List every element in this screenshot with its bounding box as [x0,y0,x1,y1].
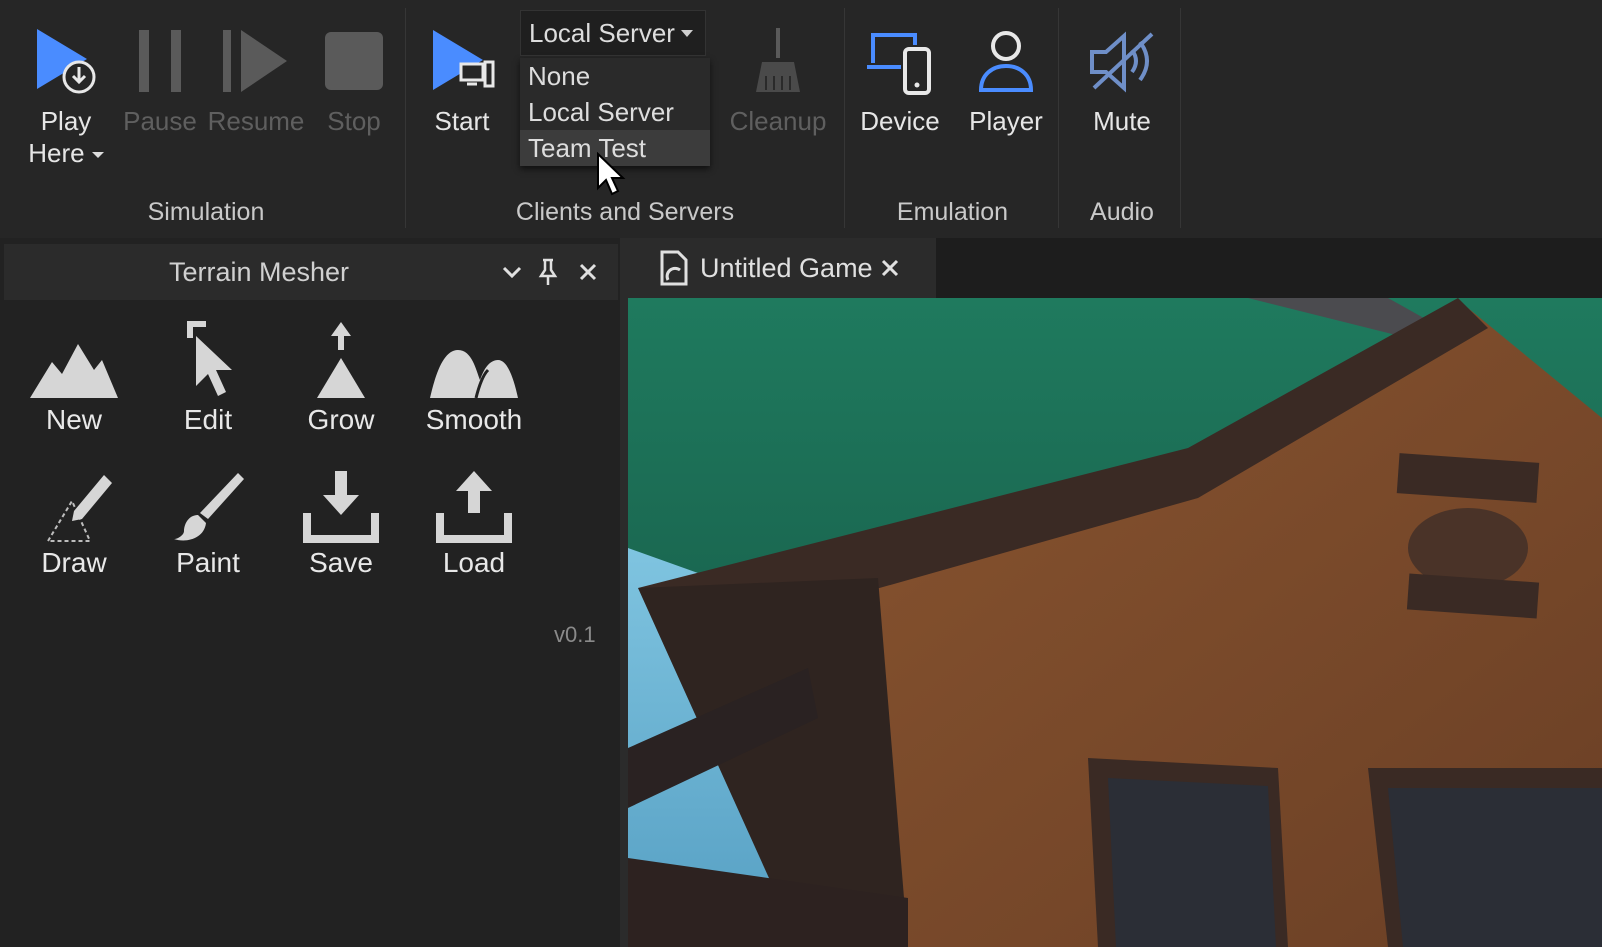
pause-button[interactable]: Pause [110,18,210,138]
tool-smooth-label: Smooth [425,404,523,435]
collapse-chevron-icon[interactable] [498,258,526,286]
resume-label: Resume [207,106,305,136]
server-option-none[interactable]: None [520,58,710,94]
panel-title: Terrain Mesher [168,257,350,287]
pointer-edit-icon [187,321,232,396]
tool-smooth-button[interactable]: Smooth [414,310,534,440]
panel-header: Terrain Mesher [4,244,618,300]
player-icon [978,31,1034,92]
cleanup-label: Cleanup [729,106,827,136]
server-mode-value: Local Server [529,18,675,48]
game-viewport[interactable] [628,298,1602,947]
play-here-label-2: Here [28,138,85,168]
tab-untitled-game[interactable]: Untitled Game [628,238,936,298]
download-save-icon [303,471,379,543]
play-here-label-1: Play [40,106,92,136]
terrain-mesher-panel: Terrain Mesher New Edit Grow Smooth Draw… [0,238,624,947]
device-icon [867,33,931,95]
tool-new-label: New [45,404,102,435]
clients-servers-group-label: Clients and Servers [515,198,735,226]
tool-load-button[interactable]: Load [414,453,534,583]
emulation-group-label: Emulation [896,198,1009,226]
start-label: Start [434,106,490,136]
pencil-draw-icon [46,475,112,542]
pause-label: Pause [123,106,197,136]
pin-icon[interactable] [534,258,562,286]
tool-edit-button[interactable]: Edit [148,310,268,440]
stop-label: Stop [327,106,381,136]
caret-down-icon[interactable] [91,152,104,159]
group-divider [1058,8,1059,228]
pause-icon [139,30,181,92]
tool-save-label: Save [309,547,373,578]
stop-button[interactable]: Stop [304,18,404,138]
smooth-hills-icon [430,350,518,399]
simulation-group-label: Simulation [147,198,265,226]
document-tab-bar: Untitled Game [628,238,1602,298]
grow-arrow-icon [317,322,365,398]
resume-button[interactable]: Resume [206,18,306,138]
start-button[interactable]: Start [412,18,512,138]
close-tab-icon[interactable] [881,259,899,277]
device-button[interactable]: Device [850,18,950,138]
broom-icon [756,28,800,92]
group-divider [405,8,406,228]
cleanup-button[interactable]: Cleanup [728,18,828,138]
close-panel-icon[interactable] [574,258,602,286]
stop-icon [325,32,383,90]
tab-title: Untitled Game [700,253,873,283]
mute-icon [1090,31,1154,93]
player-button[interactable]: Player [956,18,1056,138]
audio-group-label: Audio [1090,198,1154,226]
play-here-icon [37,29,96,94]
tool-draw-label: Draw [41,547,107,578]
server-mode-menu: None Local Server Team Test [520,58,710,166]
group-divider [844,8,845,228]
mute-button[interactable]: Mute [1072,18,1172,138]
tool-paint-button[interactable]: Paint [148,453,268,583]
tool-draw-button[interactable]: Draw [14,453,134,583]
upload-load-icon [436,471,512,543]
server-option-local-server[interactable]: Local Server [520,94,710,130]
play-here-button[interactable]: Play Here [16,18,116,170]
tool-grow-button[interactable]: Grow [281,310,401,440]
panel-splitter[interactable] [620,238,628,947]
ribbon-toolbar: Play Here Pause Resume Stop Simulation S… [0,0,1602,238]
tool-save-button[interactable]: Save [281,453,401,583]
tool-paint-label: Paint [176,547,240,578]
server-mode-select[interactable]: Local Server [520,10,706,56]
scene-render [628,298,1602,947]
group-divider [1180,8,1181,228]
tool-load-label: Load [442,547,506,578]
tool-grow-label: Grow [307,404,375,435]
start-icon [433,30,495,90]
mountains-icon [30,344,118,398]
tool-new-button[interactable]: New [14,310,134,440]
place-file-icon [660,250,688,286]
player-label: Player [969,106,1043,136]
device-label: Device [860,106,940,136]
mute-label: Mute [1093,106,1151,136]
tool-edit-label: Edit [183,404,233,435]
paintbrush-icon [174,473,244,541]
mouse-cursor-icon [597,152,626,196]
chevron-down-icon [681,30,693,37]
version-label: v0.1 [554,622,596,647]
resume-icon [223,30,287,92]
